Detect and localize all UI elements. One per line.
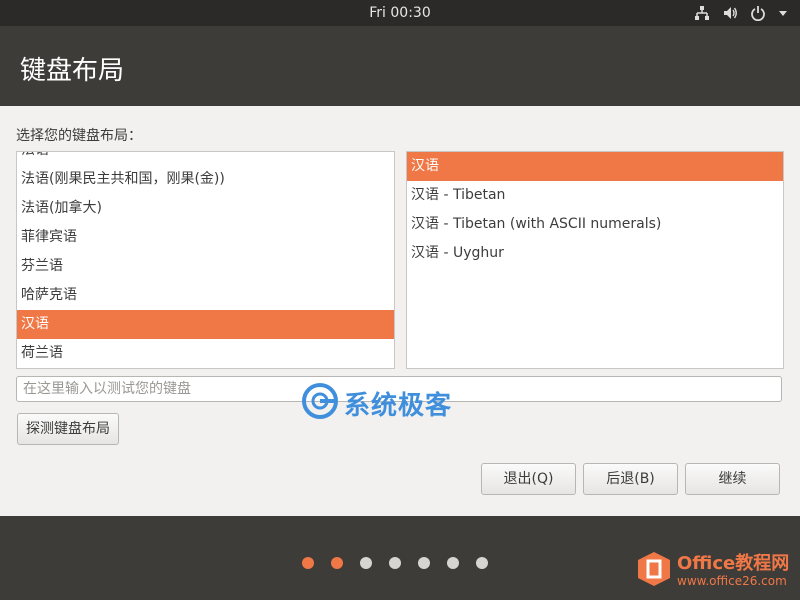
network-icon[interactable] [694,5,710,21]
office-logo-url: www.office26.com [677,574,787,588]
progress-dot [476,557,488,569]
detect-layout-button[interactable]: 探测键盘布局 [17,413,119,445]
footer: Office教程网 www.office26.com [0,516,800,600]
variant-list[interactable]: 汉语 汉语 - Tibetan 汉语 - Tibetan (with ASCII n… [406,151,784,369]
layout-list-item[interactable]: 荷兰语 [17,339,394,368]
main-panel: 选择您的键盘布局： 法语法语(刚果民主共和国，刚果(金))法语(加拿大)菲律宾语… [0,106,800,516]
title-band: 键盘布局 [0,26,800,106]
progress-dot [302,557,314,569]
page-title: 键盘布局 [20,56,125,86]
variant-list-item[interactable]: 汉语 [407,152,783,181]
progress-dot [360,557,372,569]
watermark-logo-icon [300,381,340,425]
watermark: 系统极客 [300,383,452,423]
quit-button[interactable]: 退出(Q) [481,463,576,495]
back-button[interactable]: 后退(B) [583,463,678,495]
clock[interactable]: Fri 00:30 [0,0,800,26]
office-logo-title: Office教程网 [677,553,790,574]
layout-list-items: 法语法语(刚果民主共和国，刚果(金))法语(加拿大)菲律宾语芬兰语哈萨克语汉语荷… [17,152,394,368]
office-logo: Office教程网 www.office26.com [637,551,789,591]
continue-button[interactable]: 继续 [685,463,780,495]
office-logo-icon [637,551,671,591]
progress-dot [331,557,343,569]
layout-list-item[interactable]: 法语 [17,152,394,165]
progress-dot [447,557,459,569]
layout-list-item[interactable]: 法语(刚果民主共和国，刚果(金)) [17,165,394,194]
top-panel: Fri 00:30 [0,0,800,26]
variant-list-item[interactable]: 汉语 - Tibetan [407,181,783,210]
system-tray [694,4,788,22]
layout-list-item[interactable]: 菲律宾语 [17,223,394,252]
layout-list-item[interactable]: 汉语 [17,310,394,339]
layout-list-item[interactable]: 芬兰语 [17,252,394,281]
variant-list-items: 汉语 汉语 - Tibetan 汉语 - Tibetan (with ASCII n… [407,152,783,268]
layout-list[interactable]: 法语法语(刚果民主共和国，刚果(金))法语(加拿大)菲律宾语芬兰语哈萨克语汉语荷… [16,151,395,369]
progress-dots [302,557,488,569]
volume-icon[interactable] [722,5,738,21]
progress-dot [418,557,430,569]
layout-prompt: 选择您的键盘布局： [16,128,142,144]
variant-list-item[interactable]: 汉语 - Uyghur [407,239,783,268]
power-icon[interactable] [750,5,766,21]
menu-arrow-icon[interactable] [778,5,788,21]
variant-list-item[interactable]: 汉语 - Tibetan (with ASCII numerals) [407,210,783,239]
layout-list-item[interactable]: 哈萨克语 [17,281,394,310]
watermark-text: 系统极客 [344,390,453,421]
layout-list-item[interactable]: 法语(加拿大) [17,194,394,223]
progress-dot [389,557,401,569]
